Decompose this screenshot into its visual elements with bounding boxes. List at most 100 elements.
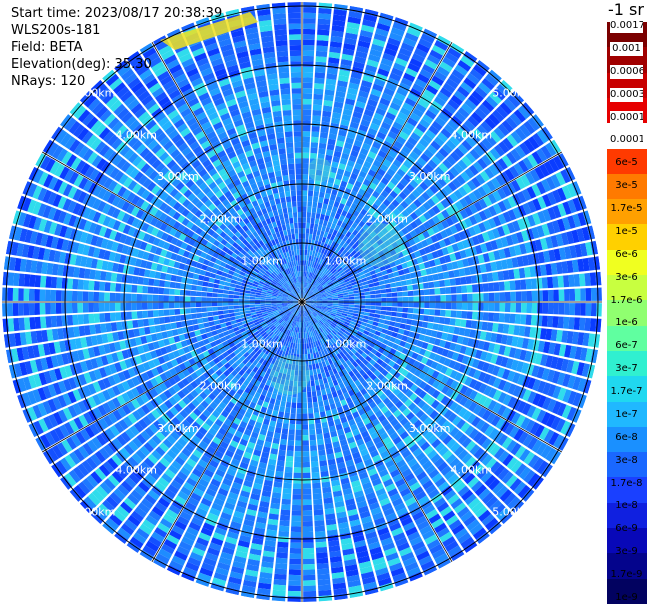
range-gate xyxy=(302,158,309,164)
range-gate xyxy=(354,299,360,302)
range-gate xyxy=(514,314,521,325)
range-gate xyxy=(584,272,591,287)
range-gate xyxy=(467,302,473,311)
range-gate xyxy=(449,278,456,286)
range-gate xyxy=(211,302,218,307)
range-gate xyxy=(380,310,387,315)
range-gate xyxy=(411,278,418,285)
range-gate xyxy=(185,308,191,314)
range-gate xyxy=(585,288,592,301)
range-gate xyxy=(288,429,295,435)
range-gate xyxy=(526,290,533,302)
range-gate xyxy=(310,455,319,462)
range-gate xyxy=(290,537,302,543)
range-gate xyxy=(434,288,441,295)
range-gate xyxy=(274,476,283,483)
range-gate xyxy=(316,557,329,564)
range-gate xyxy=(284,412,290,419)
range-gate xyxy=(590,303,597,317)
range-gate xyxy=(290,413,296,419)
range-gate xyxy=(275,470,284,478)
range-gate xyxy=(23,303,30,316)
range-gate xyxy=(314,185,320,192)
range-gate xyxy=(295,429,302,436)
range-gate xyxy=(295,424,302,430)
range-gate xyxy=(314,514,325,521)
range-gate xyxy=(521,291,527,302)
range-gate xyxy=(302,531,314,538)
range-gate xyxy=(302,435,309,441)
range-gate xyxy=(547,289,554,302)
range-gate xyxy=(429,302,436,309)
range-gate xyxy=(364,305,371,309)
range-gate xyxy=(228,312,235,318)
range-gate xyxy=(316,229,321,236)
range-gate xyxy=(312,401,319,408)
range-gate xyxy=(274,568,287,575)
range-gate xyxy=(289,547,302,554)
range-gate xyxy=(302,211,307,218)
range-gate xyxy=(120,293,126,302)
range-gate xyxy=(353,290,360,294)
ppi-scan-display[interactable]: 1.00km 1.00km1.00km 1.00km2.00km 2.00km2.00… xyxy=(0,0,605,607)
range-gate xyxy=(444,279,451,287)
range-gate xyxy=(302,120,311,126)
range-gate xyxy=(2,318,9,333)
range-gate xyxy=(66,314,74,326)
range-gate xyxy=(580,303,586,316)
range-gate xyxy=(93,291,100,302)
range-gate xyxy=(153,317,160,325)
range-gate xyxy=(422,315,430,322)
range-gate xyxy=(126,311,133,320)
range-gate xyxy=(244,310,251,314)
range-gate xyxy=(312,228,318,235)
range-gate xyxy=(136,294,143,302)
range-gate xyxy=(486,272,494,282)
range-gate xyxy=(322,203,328,210)
range-gate xyxy=(319,213,325,221)
range-gate xyxy=(98,302,105,312)
range-gate xyxy=(313,407,320,413)
range-gate xyxy=(369,309,376,314)
range-gate xyxy=(299,348,302,355)
range-gate xyxy=(163,302,169,309)
range-gate xyxy=(275,421,283,429)
range-gate xyxy=(277,536,289,543)
range-gate xyxy=(482,283,489,292)
range-gate xyxy=(229,316,236,321)
range-gate xyxy=(142,318,150,327)
range-gate xyxy=(313,374,319,381)
range-gate xyxy=(288,574,301,581)
range-gate xyxy=(215,324,222,330)
range-gate xyxy=(271,595,286,602)
range-gate xyxy=(223,310,229,315)
range-gate xyxy=(295,435,302,441)
range-gate xyxy=(206,302,212,307)
range-gate xyxy=(408,296,414,302)
range-gate xyxy=(348,304,355,308)
range-gate xyxy=(302,109,312,116)
range-gate xyxy=(407,290,414,297)
range-gate xyxy=(432,273,439,281)
range-gate xyxy=(465,275,472,285)
range-gate xyxy=(325,209,332,217)
range-gate xyxy=(77,314,84,325)
range-gate xyxy=(277,541,289,548)
range-gate xyxy=(285,455,294,462)
range-gate xyxy=(450,310,457,318)
range-gate xyxy=(509,280,516,291)
range-gate xyxy=(390,316,397,322)
range-gate xyxy=(66,290,73,302)
range-gate xyxy=(316,40,329,47)
range-gate xyxy=(7,303,14,317)
range-gate xyxy=(557,275,564,288)
range-gate xyxy=(310,445,318,452)
range-gate xyxy=(423,308,430,315)
range-gate xyxy=(382,324,389,330)
range-gate xyxy=(50,315,58,328)
range-gate xyxy=(290,542,302,549)
range-gate xyxy=(327,298,333,301)
range-gate xyxy=(302,244,305,250)
range-gate xyxy=(115,312,122,321)
range-gate xyxy=(132,319,139,329)
